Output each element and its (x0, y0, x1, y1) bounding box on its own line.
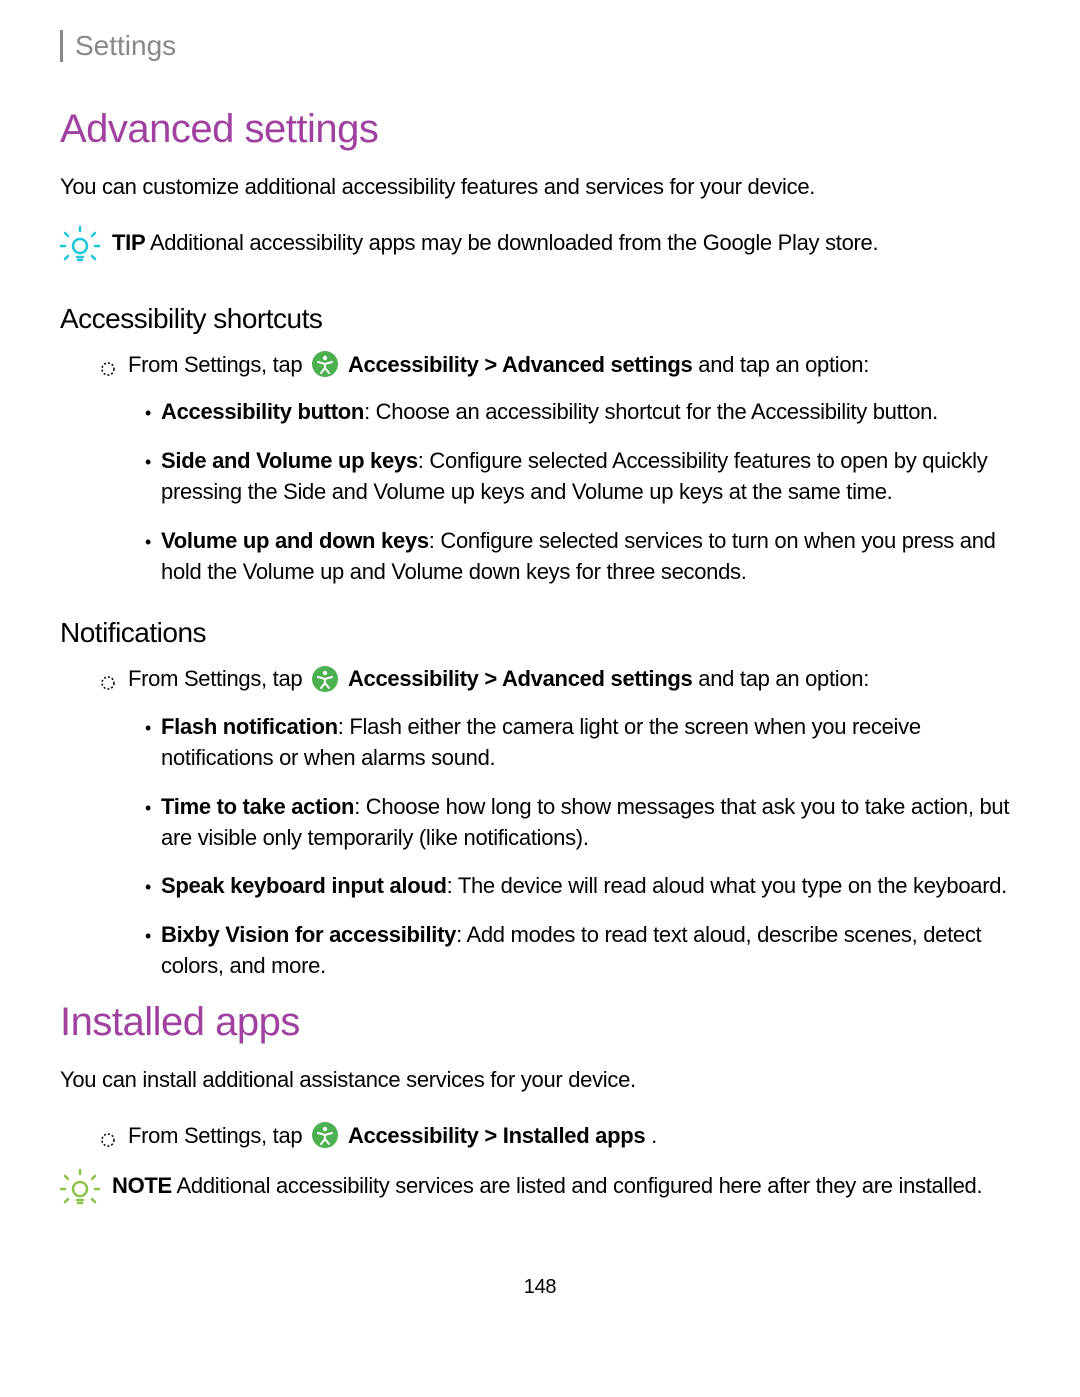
bullet-icon: • (145, 716, 151, 741)
tip-label: TIP (112, 230, 145, 255)
list-item: • Speak keyboard input aloud: The device… (145, 871, 1020, 902)
bullet-icon: • (145, 530, 151, 555)
bullet-icon: • (145, 450, 151, 475)
list-item: • Time to take action: Choose how long t… (145, 792, 1020, 854)
step-prefix: From Settings, tap (128, 352, 308, 377)
lightbulb-icon (60, 224, 100, 273)
heading-advanced-settings: Advanced settings (60, 107, 1020, 152)
path-accessibility: Accessibility (348, 666, 479, 691)
step-marker-icon (100, 669, 116, 700)
intro-text: You can customize additional accessibili… (60, 172, 1020, 203)
lightbulb-icon (60, 1167, 100, 1216)
bullet-icon: • (145, 796, 151, 821)
note-callout: NOTE Additional accessibility services a… (60, 1171, 1020, 1216)
step-suffix: . (651, 1123, 657, 1148)
list-item: • Flash notification: Flash either the c… (145, 712, 1020, 774)
heading-notifications: Notifications (60, 617, 1020, 649)
note-label: NOTE (112, 1173, 172, 1198)
list-item: • Side and Volume up keys: Configure sel… (145, 446, 1020, 508)
step-suffix: and tap an option: (698, 352, 869, 377)
step-item: From Settings, tap Accessibility > Insta… (100, 1121, 1020, 1157)
heading-installed-apps: Installed apps (60, 1000, 1020, 1045)
step-item: From Settings, tap Accessibility > Advan… (100, 664, 1020, 700)
step-prefix: From Settings, tap (128, 666, 308, 691)
step-suffix: and tap an option: (698, 666, 869, 691)
bullet-icon: • (145, 924, 151, 949)
list-item: • Volume up and down keys: Configure sel… (145, 526, 1020, 588)
path-sep: > (484, 1123, 502, 1148)
list-item: • Bixby Vision for accessibility: Add mo… (145, 920, 1020, 982)
page-number: 148 (60, 1276, 1020, 1299)
step-item: From Settings, tap Accessibility > Advan… (100, 350, 1020, 386)
step-marker-icon (100, 1126, 116, 1157)
path-sep: > (484, 352, 502, 377)
tip-callout: TIP Additional accessibility apps may be… (60, 228, 1020, 273)
step-marker-icon (100, 355, 116, 386)
path-advanced: Advanced settings (502, 352, 693, 377)
bullet-icon: • (145, 875, 151, 900)
accessibility-icon (312, 1122, 338, 1148)
path-advanced: Advanced settings (502, 666, 693, 691)
heading-accessibility-shortcuts: Accessibility shortcuts (60, 303, 1020, 335)
step-prefix: From Settings, tap (128, 1123, 308, 1148)
path-accessibility: Accessibility (348, 1123, 479, 1148)
list-item: • Accessibility button: Choose an access… (145, 397, 1020, 428)
path-installed: Installed apps (503, 1123, 646, 1148)
accessibility-icon (312, 351, 338, 377)
path-sep: > (484, 666, 502, 691)
tip-text: Additional accessibility apps may be dow… (150, 230, 878, 255)
path-accessibility: Accessibility (348, 352, 479, 377)
breadcrumb: Settings (60, 30, 1020, 62)
note-text: Additional accessibility services are li… (177, 1173, 983, 1198)
intro-text: You can install additional assistance se… (60, 1065, 1020, 1096)
bullet-icon: • (145, 401, 151, 426)
accessibility-icon (312, 666, 338, 692)
